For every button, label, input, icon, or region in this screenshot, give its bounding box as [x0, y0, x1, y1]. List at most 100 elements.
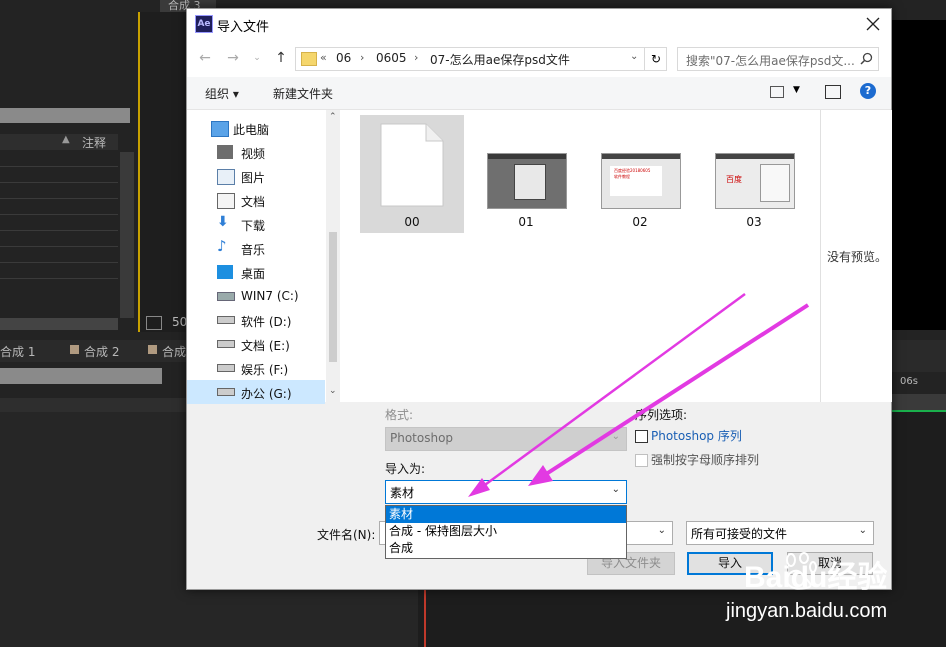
- tab-comp-1[interactable]: 合成 1: [0, 343, 35, 360]
- scroll-up-icon[interactable]: ⌃: [329, 112, 337, 122]
- chevron-right-icon[interactable]: ›: [360, 51, 364, 64]
- tree-item-drive-d[interactable]: 软件 (D:): [187, 308, 325, 332]
- tree-item-drive-e[interactable]: 文档 (E:): [187, 332, 325, 356]
- tree-item-label: 音乐: [241, 243, 266, 257]
- time-marker: 06s: [900, 376, 918, 387]
- zoom-level[interactable]: 50: [172, 315, 187, 329]
- playhead[interactable]: [424, 588, 426, 647]
- import-as-dropdown-list: 素材 合成 - 保持图层大小 合成: [385, 505, 627, 559]
- organize-button[interactable]: 组织 ▾: [205, 85, 239, 102]
- arrow-right-icon: →: [227, 50, 239, 66]
- search-bar[interactable]: [0, 108, 130, 123]
- photoshop-sequence-checkbox[interactable]: [635, 430, 648, 443]
- sort-up-icon[interactable]: ▲: [62, 134, 70, 145]
- chevron-right-icon[interactable]: ›: [414, 51, 418, 64]
- import-as-option-comp-layer-size[interactable]: 合成 - 保持图层大小: [386, 523, 626, 540]
- tree-item-desktop[interactable]: 桌面: [187, 260, 325, 284]
- tree-item-drive-c[interactable]: WIN7 (C:): [187, 284, 325, 308]
- chevron-down-icon: ⌄: [611, 484, 620, 495]
- project-scrollbar[interactable]: [120, 152, 134, 318]
- chevron-down-icon: ⌄: [611, 431, 620, 442]
- tree-item-pictures[interactable]: 图片: [187, 164, 325, 188]
- import-as-option-footage[interactable]: 素材: [386, 506, 626, 523]
- address-bar[interactable]: « 06 › 0605 › 07-怎么用ae保存psd文件 ⌄ ↻: [295, 47, 667, 71]
- arrow-left-icon: ←: [199, 50, 211, 66]
- watermark-brand: Baidu经验: [744, 561, 888, 594]
- format-label: 格式:: [385, 408, 414, 422]
- breadcrumb-item[interactable]: 07-怎么用ae保存psd文件: [430, 51, 570, 68]
- tree-item-video[interactable]: 视频: [187, 140, 325, 164]
- windows-drive-icon: [217, 292, 235, 301]
- search-input[interactable]: 搜索"07-怎么用ae保存psd文...: [686, 52, 855, 69]
- download-icon: ⬇: [217, 214, 229, 230]
- file-item[interactable]: 01: [474, 115, 578, 233]
- filename-label: 文件名(N):: [317, 528, 376, 542]
- drive-icon: [217, 388, 235, 396]
- list-row: [0, 182, 118, 183]
- tree-item-drive-g[interactable]: 办公 (G:): [187, 380, 325, 404]
- refresh-icon: ↻: [650, 52, 662, 66]
- help-icon[interactable]: ?: [860, 83, 876, 99]
- format-value: Photoshop: [390, 431, 454, 445]
- preview-pane-icon[interactable]: [825, 85, 841, 99]
- import-as-select[interactable]: 素材 ⌄: [385, 480, 627, 504]
- music-icon: ♪: [217, 237, 227, 255]
- file-item[interactable]: 百度经验20180605 软件教程 02: [588, 115, 692, 233]
- tab-comp-3[interactable]: 合成: [162, 343, 186, 360]
- file-thumbnail: [487, 153, 567, 209]
- comp-view-icon[interactable]: [146, 316, 162, 330]
- tree-item-downloads[interactable]: ⬇ 下载: [187, 212, 325, 236]
- photoshop-sequence-label[interactable]: Photoshop 序列: [651, 427, 742, 444]
- chevron-down-icon: ⌄: [253, 53, 261, 63]
- new-folder-button[interactable]: 新建文件夹: [273, 85, 333, 102]
- list-row: [0, 278, 118, 279]
- breadcrumb-overflow[interactable]: «: [320, 51, 327, 64]
- tree-item-drive-f[interactable]: 娱乐 (F:): [187, 356, 325, 380]
- up-button[interactable]: ↑: [271, 48, 291, 68]
- refresh-button[interactable]: ↻: [644, 48, 667, 70]
- breadcrumb-item[interactable]: 06: [336, 51, 351, 65]
- timeline-search[interactable]: [0, 368, 162, 384]
- desktop-icon: [217, 265, 233, 279]
- horizontal-scrollbar[interactable]: [0, 318, 118, 330]
- ae-app-icon: Ae: [195, 15, 213, 33]
- recent-locations-button[interactable]: ⌄: [247, 48, 267, 68]
- search-box[interactable]: 搜索"07-怎么用ae保存psd文...: [677, 47, 879, 71]
- thumbnail-caption: 百度经验20180605 软件教程: [614, 168, 651, 179]
- command-bar: 组织 ▾ 新建文件夹 ▼ ?: [187, 77, 891, 110]
- tab-comp-2[interactable]: 合成 2: [84, 343, 119, 360]
- list-row: [0, 166, 118, 167]
- scroll-down-icon[interactable]: ⌄: [329, 386, 337, 396]
- work-area-bar[interactable]: [890, 394, 946, 410]
- forward-button[interactable]: →: [223, 48, 243, 68]
- arrow-up-icon: ↑: [275, 50, 287, 66]
- scroll-thumb[interactable]: [329, 232, 337, 362]
- render-bar: [890, 410, 946, 412]
- close-button[interactable]: [859, 11, 887, 37]
- file-item[interactable]: 00: [360, 115, 464, 233]
- view-mode-icon[interactable]: [770, 86, 784, 98]
- documents-icon: [217, 193, 235, 209]
- chevron-down-icon: ⌄: [858, 525, 867, 536]
- list-row: [0, 198, 118, 199]
- tree-item-label: 下载: [241, 219, 266, 233]
- navigation-pane: 此电脑 视频 图片 文档 ⬇ 下载 ♪ 音乐 桌面 WIN7 (C:) 软件 (…: [187, 110, 340, 404]
- comp-viewer: [890, 20, 946, 330]
- tree-item-this-pc[interactable]: 此电脑: [187, 116, 325, 140]
- view-mode-dropdown-icon[interactable]: ▼: [793, 85, 800, 95]
- import-as-option-comp[interactable]: 合成: [386, 540, 626, 557]
- format-select[interactable]: Photoshop ⌄: [385, 427, 627, 451]
- back-button[interactable]: ←: [195, 48, 215, 68]
- alphabetical-order-checkbox[interactable]: [635, 454, 648, 467]
- file-item[interactable]: 百度 03: [702, 115, 806, 233]
- tree-item-music[interactable]: ♪ 音乐: [187, 236, 325, 260]
- chevron-down-icon: ⌄: [657, 525, 666, 536]
- column-header: ▲ 注释: [0, 134, 118, 150]
- sequence-options-label: 序列选项:: [635, 408, 688, 422]
- blank-file-icon: [380, 123, 444, 207]
- chevron-down-icon[interactable]: ⌄: [630, 51, 638, 62]
- tree-scrollbar[interactable]: ⌃ ⌄: [326, 110, 340, 402]
- tree-item-documents[interactable]: 文档: [187, 188, 325, 212]
- dialog-title: 导入文件: [217, 20, 270, 35]
- breadcrumb-item[interactable]: 0605: [376, 51, 407, 65]
